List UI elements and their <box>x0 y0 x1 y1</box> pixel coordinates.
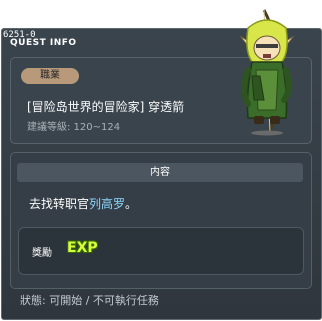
reward-box: 獎勵 EXP <box>18 227 304 275</box>
reward-label: 獎勵 <box>32 248 52 259</box>
job-badge: 職業 <box>21 68 79 84</box>
level-requirement: 建議等級: 120~124 <box>27 122 121 133</box>
npc-name-link[interactable]: 列高罗 <box>89 197 125 211</box>
content-header: 内容 <box>17 163 303 182</box>
quest-status: 狀態: 可開始 / 不可執行任務 <box>20 294 159 307</box>
quest-name: [冒险岛世界的冒险家] 穿透箭 <box>27 100 185 114</box>
quest-instruction: 去找转职官列高罗。 <box>29 195 137 212</box>
instruction-suffix: 。 <box>125 197 138 211</box>
content-panel: 内容 去找转职官列高罗。 獎勵 EXP <box>10 152 312 289</box>
instruction-prefix: 去找转职官 <box>29 197 90 211</box>
exp-icon: EXP <box>67 240 98 256</box>
window-title: QUEST INFO <box>10 38 77 48</box>
elf-archer-npc-sprite <box>239 9 295 136</box>
